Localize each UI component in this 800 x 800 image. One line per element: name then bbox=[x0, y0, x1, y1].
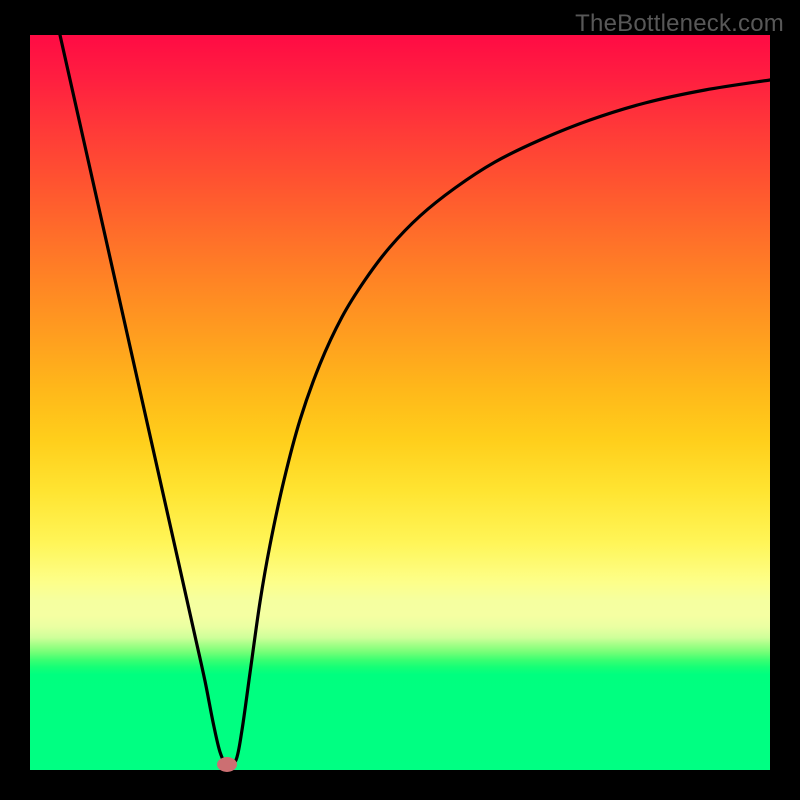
bottleneck-curve bbox=[60, 35, 770, 766]
watermark-text: TheBottleneck.com bbox=[575, 10, 784, 38]
curve-layer bbox=[30, 35, 770, 770]
plot-area bbox=[30, 35, 770, 770]
minimum-marker bbox=[217, 757, 237, 772]
